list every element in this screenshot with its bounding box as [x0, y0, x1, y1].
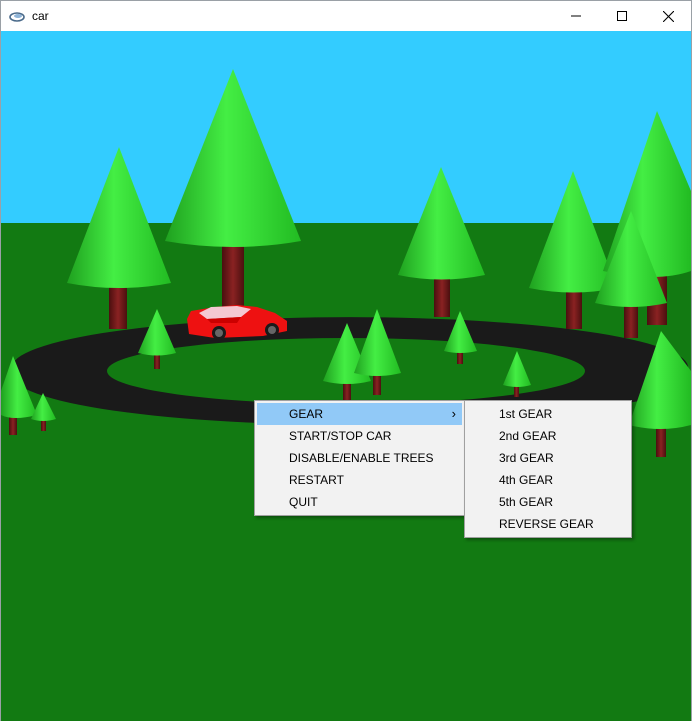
- submenu-item-1st-gear[interactable]: 1st GEAR: [467, 403, 629, 425]
- title-bar[interactable]: car: [1, 1, 691, 31]
- submenu-item-3rd-gear[interactable]: 3rd GEAR: [467, 447, 629, 469]
- submenu-item-2nd-gear[interactable]: 2nd GEAR: [467, 425, 629, 447]
- menu-item-label: DISABLE/ENABLE TREES: [289, 451, 434, 465]
- submenu-item-label: 5th GEAR: [499, 495, 554, 509]
- submenu-arrow-icon: ›: [451, 406, 456, 421]
- submenu-item-label: 1st GEAR: [499, 407, 553, 421]
- app-icon: [9, 12, 25, 22]
- menu-item-label: QUIT: [289, 495, 318, 509]
- context-menu: GEAR › START/STOP CAR DISABLE/ENABLE TRE…: [254, 400, 465, 516]
- menu-item-label: START/STOP CAR: [289, 429, 392, 443]
- gear-submenu: 1st GEAR 2nd GEAR 3rd GEAR 4th GEAR 5th …: [464, 400, 632, 538]
- minimize-icon: [571, 15, 581, 17]
- menu-item-start-stop-car[interactable]: START/STOP CAR: [257, 425, 462, 447]
- submenu-item-reverse-gear[interactable]: REVERSE GEAR: [467, 513, 629, 535]
- maximize-icon: [617, 11, 627, 21]
- maximize-button[interactable]: [599, 1, 645, 31]
- menu-item-disable-enable-trees[interactable]: DISABLE/ENABLE TREES: [257, 447, 462, 469]
- submenu-item-4th-gear[interactable]: 4th GEAR: [467, 469, 629, 491]
- menu-item-restart[interactable]: RESTART: [257, 469, 462, 491]
- submenu-item-5th-gear[interactable]: 5th GEAR: [467, 491, 629, 513]
- close-icon: [662, 10, 674, 22]
- menu-item-label: GEAR: [289, 407, 324, 421]
- close-button[interactable]: [645, 1, 691, 31]
- submenu-item-label: REVERSE GEAR: [499, 517, 594, 531]
- submenu-item-label: 2nd GEAR: [499, 429, 557, 443]
- window-title: car: [32, 9, 49, 23]
- app-window: car GEAR › START/STOP CAR DISABLE/ENABLE…: [0, 0, 692, 721]
- menu-item-quit[interactable]: QUIT: [257, 491, 462, 513]
- menu-item-label: RESTART: [289, 473, 344, 487]
- submenu-item-label: 4th GEAR: [499, 473, 554, 487]
- opengl-scene[interactable]: [1, 31, 691, 721]
- scene-canvas: [1, 31, 691, 721]
- menu-item-gear[interactable]: GEAR ›: [257, 403, 462, 425]
- minimize-button[interactable]: [553, 1, 599, 31]
- submenu-item-label: 3rd GEAR: [499, 451, 554, 465]
